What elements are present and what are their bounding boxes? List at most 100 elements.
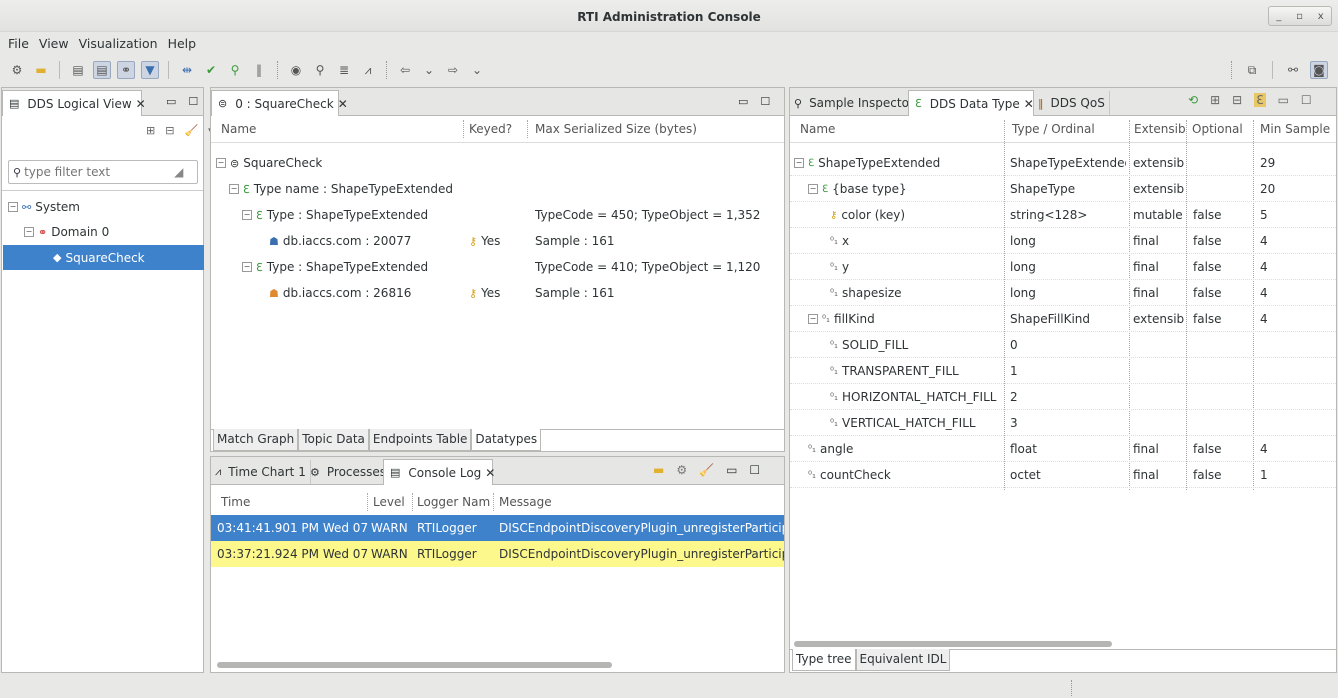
table-row[interactable]: −⁰₁fillKindShapeFillKindextensiblefalse4 [790, 306, 1336, 332]
table-row[interactable]: ⁰₁ HORIZONTAL_HATCH_FILL 2 [790, 384, 1336, 410]
tab-sample-inspector[interactable]: ⚲ Sample Inspector [790, 91, 919, 115]
expand-all-icon[interactable]: ⊞ [146, 124, 155, 137]
close-icon[interactable]: ✕ [485, 466, 495, 480]
filter-icon[interactable]: ▼ [141, 61, 159, 79]
filter-field[interactable]: ⚲ ◢ [8, 160, 198, 184]
collapse-all-icon[interactable]: ⊟ [1232, 93, 1242, 107]
menu-visualization[interactable]: Visualization [79, 36, 158, 51]
chart-icon[interactable]: ⩘ [359, 61, 377, 79]
column-header-name[interactable]: Name [221, 118, 256, 140]
view-toggle-icon[interactable]: ▤ [93, 61, 111, 79]
open-perspective-icon[interactable]: ⧉ [1243, 61, 1261, 79]
tab-dds-qos[interactable]: ‖ DDS QoS [1034, 91, 1110, 115]
table-row[interactable]: − ℇ Type : ShapeTypeExtended [242, 202, 428, 228]
gear-icon[interactable]: ⚙ [676, 463, 687, 477]
broom-icon[interactable]: 🧹 [184, 124, 198, 137]
column-header-time[interactable]: Time [221, 491, 250, 513]
list-icon[interactable]: ≣ [335, 61, 353, 79]
table-row[interactable]: − ⊜ SquareCheck [216, 150, 322, 176]
view-icon[interactable]: ▤ [69, 61, 87, 79]
table-row[interactable]: ⁰₁ TRANSPARENT_FILL 1 [790, 358, 1336, 384]
minimize-icon[interactable]: ▭ [166, 95, 176, 108]
minimize-icon[interactable]: ▭ [1278, 93, 1289, 107]
table-row[interactable]: − ℇ ShapeTypeExtended ShapeTypeExtended exte… [790, 150, 1336, 176]
tab-type-tree[interactable]: Type tree [792, 649, 856, 671]
table-row[interactable]: ⁰₁ countCheck octet final false 1 [790, 462, 1336, 488]
sync-icon[interactable]: ⟲ [1188, 93, 1198, 107]
horizontal-scrollbar[interactable] [794, 641, 1112, 647]
column-header-size[interactable]: Max Serialized Size (bytes) [535, 118, 697, 140]
minimize-button[interactable]: _ [1276, 11, 1281, 22]
admin-perspective-icon[interactable]: ◙ [1310, 61, 1328, 79]
network-icon[interactable]: ⚯ [1284, 61, 1302, 79]
tree-item-squarecheck[interactable]: ◆ SquareCheck [3, 245, 204, 270]
close-icon[interactable]: ✕ [338, 97, 348, 111]
table-row[interactable]: ☗ db.iaccs.com : 26816 [269, 280, 411, 306]
maximize-icon[interactable]: ☐ [749, 463, 760, 477]
column-header-type[interactable]: Type / Ordinal [1012, 118, 1095, 140]
menu-file[interactable]: File [8, 36, 29, 51]
table-row[interactable]: ⁰₁ x long final false 4 [790, 228, 1336, 254]
table-row[interactable]: ⚷ color (key) string<128> mutable false 5 [790, 202, 1336, 228]
column-header-keyed[interactable]: Keyed? [469, 118, 512, 140]
tab-endpoints-table[interactable]: Endpoints Table [368, 429, 472, 451]
tab-dds-data-type[interactable]: ℇ DDS Data Type ✕ [908, 90, 1034, 116]
maximize-icon[interactable]: ☐ [760, 95, 770, 108]
qos-icon[interactable]: ‖ [250, 61, 268, 79]
table-row[interactable]: − ℇ Type name : ShapeTypeExtended [229, 176, 453, 202]
eye-icon[interactable]: ◉ [287, 61, 305, 79]
table-row[interactable]: ⁰₁ shapesize long final false 4 [790, 280, 1336, 306]
column-header-extensibility[interactable]: Extensib [1134, 118, 1186, 140]
column-header-level[interactable]: Level [373, 491, 405, 513]
back-icon[interactable]: ⇦ [396, 61, 414, 79]
search-icon[interactable]: ⚲ [311, 61, 329, 79]
maximize-icon[interactable]: ☐ [1301, 93, 1312, 107]
folder-icon[interactable]: ▬ [653, 463, 664, 477]
broom-icon[interactable]: 🧹 [699, 463, 714, 477]
close-icon[interactable]: ✕ [1024, 97, 1034, 111]
horizontal-scrollbar[interactable] [217, 662, 612, 668]
menu-help[interactable]: Help [168, 36, 197, 51]
folder-icon[interactable]: ▬ [32, 61, 50, 79]
table-row[interactable]: 03:37:21.924 PM Wed 07 WARN RTILogger DI… [211, 541, 784, 567]
tab-datatypes[interactable]: Datatypes [471, 429, 542, 451]
match-icon[interactable]: ⇹ [178, 61, 196, 79]
table-row[interactable]: −ℇ{base type}ShapeTypeextensible20 [790, 176, 1336, 202]
table-row[interactable]: − ℇ Type : ShapeTypeExtended [242, 254, 428, 280]
maximize-icon[interactable]: ☐ [188, 95, 198, 108]
tab-match-graph[interactable]: Match Graph [213, 429, 299, 451]
minimize-icon[interactable]: ▭ [738, 95, 748, 108]
tab-console-log[interactable]: ▤ Console Log ✕ [383, 459, 495, 485]
tab-processes[interactable]: ⚙ Processes [306, 460, 392, 484]
tree-icon[interactable]: ⚲ [226, 61, 244, 79]
tab-time-chart[interactable]: ⩘ Time Chart 1 [211, 460, 311, 484]
clear-filter-icon[interactable]: ◢ [174, 165, 183, 179]
maximize-button[interactable]: ▫ [1296, 11, 1303, 22]
tab-logical-view[interactable]: ▤ DDS Logical View ✕ [2, 90, 146, 116]
column-header-name[interactable]: Name [800, 118, 835, 140]
tab-topic-data[interactable]: Topic Data [298, 429, 369, 451]
chevron-down-icon[interactable]: ⌄ [420, 61, 438, 79]
tree-item-system[interactable]: − ⚯ System [8, 194, 80, 220]
menu-view[interactable]: View [39, 36, 69, 51]
gear-icon[interactable]: ⚙ [8, 61, 26, 79]
column-header-logger[interactable]: Logger Nam [417, 491, 490, 513]
tab-equivalent-idl[interactable]: Equivalent IDL [855, 649, 951, 671]
table-row[interactable]: ⁰₁ VERTICAL_HATCH_FILL 3 [790, 410, 1336, 436]
tree-item-domain[interactable]: − ⚭ Domain 0 [24, 219, 109, 245]
column-header-min-sample[interactable]: Min Sample [1260, 118, 1330, 140]
filter-input[interactable] [24, 165, 175, 179]
link-icon[interactable]: ⚭ [117, 61, 135, 79]
close-button[interactable]: x [1318, 11, 1324, 22]
chevron-down-icon[interactable]: ⌄ [468, 61, 486, 79]
minimize-icon[interactable]: ▭ [726, 463, 737, 477]
expand-all-icon[interactable]: ⊞ [1210, 93, 1220, 107]
table-row[interactable]: ⁰₁ SOLID_FILL 0 [790, 332, 1336, 358]
tab-squarecheck[interactable]: ⊜ 0 : SquareCheck ✕ [211, 90, 348, 116]
collapse-all-icon[interactable]: ⊟ [165, 124, 174, 137]
close-icon[interactable]: ✕ [136, 97, 146, 111]
table-row[interactable]: ⁰₁ y long final false 4 [790, 254, 1336, 280]
table-row[interactable]: ☗ db.iaccs.com : 20077 [269, 228, 411, 254]
check-icon[interactable]: ✔ [202, 61, 220, 79]
column-header-message[interactable]: Message [499, 491, 552, 513]
